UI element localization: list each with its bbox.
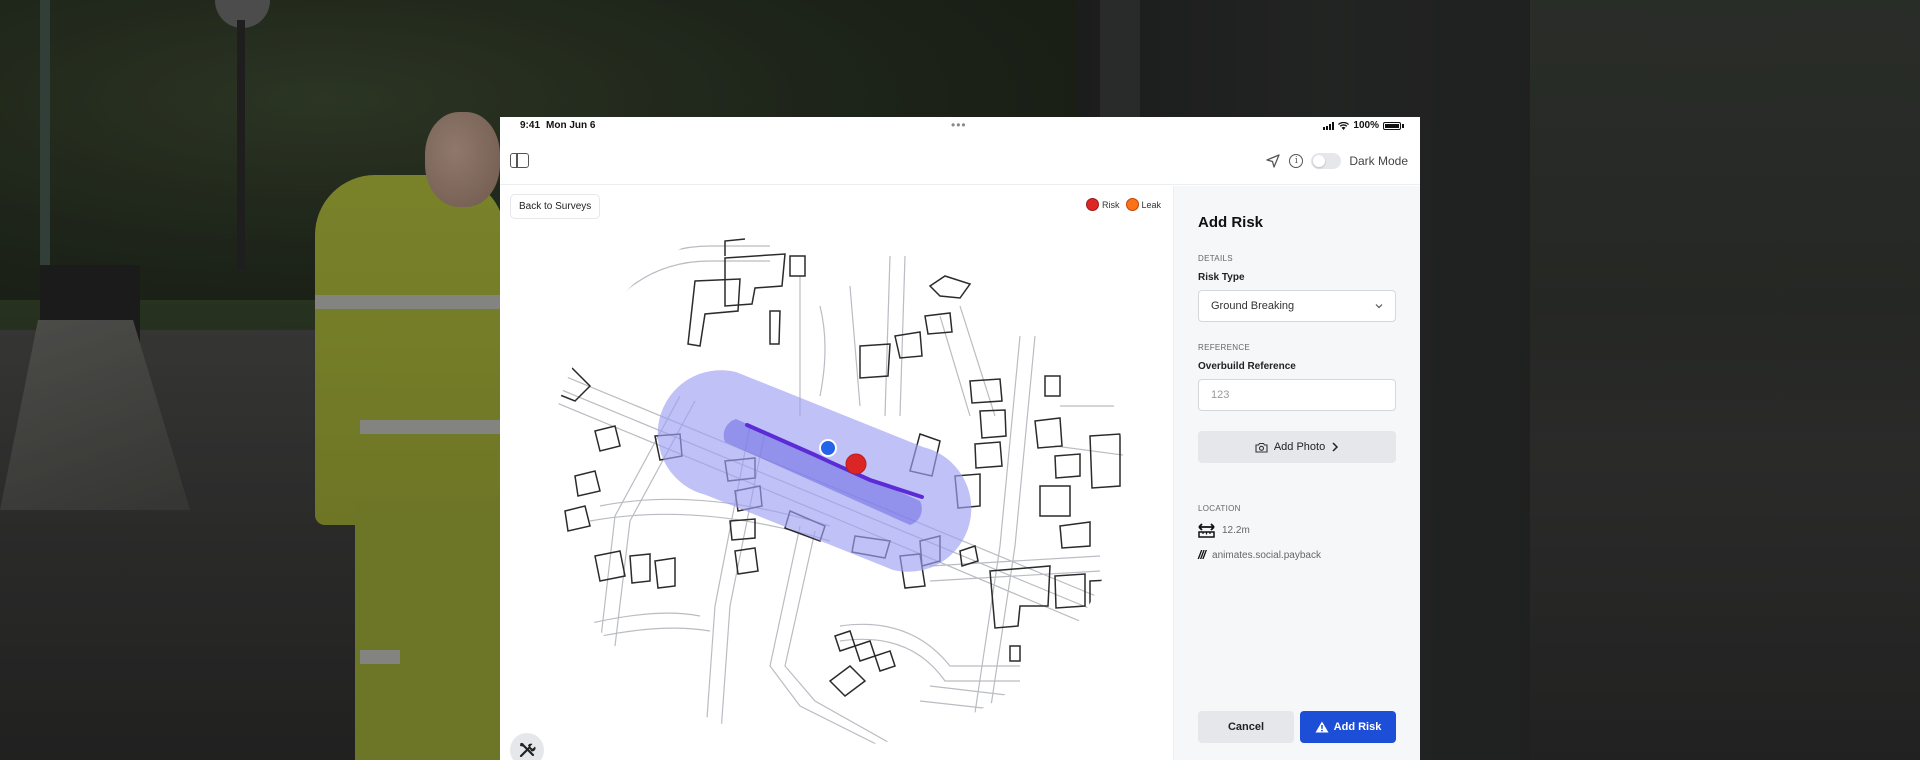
reference-section-label: REFERENCE <box>1198 343 1251 352</box>
risk-type-label: Risk Type <box>1198 272 1245 283</box>
warning-icon <box>1315 721 1329 733</box>
wifi-icon <box>1338 121 1350 130</box>
ipad-window: 9:41 Mon Jun 6 ••• 100% i Dark Mode Back… <box>500 117 1420 760</box>
chevron-down-icon <box>1375 304 1383 309</box>
chevron-right-icon <box>1332 442 1339 452</box>
map-canvas[interactable] <box>500 186 1173 760</box>
panel-title: Add Risk <box>1198 214 1264 231</box>
risk-marker[interactable] <box>845 453 867 475</box>
location-section-label: LOCATION <box>1198 504 1241 513</box>
cellular-signal-icon <box>1323 121 1335 130</box>
current-location-dot <box>819 439 837 457</box>
toolbar: i Dark Mode <box>500 137 1420 185</box>
dark-mode-toggle[interactable] <box>1311 153 1342 169</box>
distance-row: 12.2m <box>1198 522 1250 538</box>
distance-value: 12.2m <box>1222 524 1250 536</box>
risk-type-value: Ground Breaking <box>1211 300 1295 312</box>
battery-percent: 100% <box>1353 120 1379 131</box>
add-risk-button[interactable]: Add Risk <box>1300 711 1396 743</box>
sidebar-toggle-icon[interactable] <box>510 153 529 168</box>
measure-icon <box>1198 523 1215 538</box>
add-photo-button[interactable]: Add Photo <box>1198 431 1396 463</box>
what3words-value: animates.social.payback <box>1212 549 1321 561</box>
add-photo-label: Add Photo <box>1273 441 1326 453</box>
legend-risk-label: Risk <box>1102 199 1120 210</box>
battery-icon <box>1383 121 1401 130</box>
risk-type-select[interactable]: Ground Breaking <box>1198 290 1396 322</box>
what3words-row: /// animates.social.payback <box>1198 548 1321 562</box>
status-date: Mon Jun 6 <box>546 120 596 131</box>
add-risk-panel: Add Risk DETAILS Risk Type Ground Breaki… <box>1173 186 1420 760</box>
map-legend: Risk Leak <box>1086 198 1161 211</box>
status-time: 9:41 <box>520 120 541 131</box>
multitask-dots-icon[interactable]: ••• <box>951 119 967 131</box>
info-icon[interactable]: i <box>1289 154 1304 168</box>
legend-leak-label: Leak <box>1141 199 1162 210</box>
camera-icon <box>1255 442 1268 453</box>
legend-risk: Risk <box>1086 198 1120 211</box>
what3words-icon: /// <box>1198 548 1206 562</box>
risk-dot-icon <box>1086 198 1099 211</box>
tools-button[interactable] <box>510 733 544 760</box>
tools-icon <box>519 742 536 758</box>
leak-dot-icon <box>1125 198 1139 211</box>
dark-mode-label: Dark Mode <box>1349 154 1408 168</box>
add-risk-label: Add Risk <box>1333 721 1382 733</box>
status-bar: 9:41 Mon Jun 6 ••• 100% <box>500 117 1420 137</box>
overbuild-reference-input[interactable] <box>1198 379 1396 411</box>
back-to-surveys-button[interactable]: Back to Surveys <box>510 194 601 219</box>
overbuild-reference-label: Overbuild Reference <box>1198 361 1296 372</box>
map-view[interactable]: Back to Surveys Risk Leak <box>500 186 1173 760</box>
legend-leak: Leak <box>1125 198 1162 211</box>
cancel-button[interactable]: Cancel <box>1198 711 1294 743</box>
details-section-label: DETAILS <box>1198 254 1233 263</box>
location-arrow-icon[interactable] <box>1265 153 1281 169</box>
